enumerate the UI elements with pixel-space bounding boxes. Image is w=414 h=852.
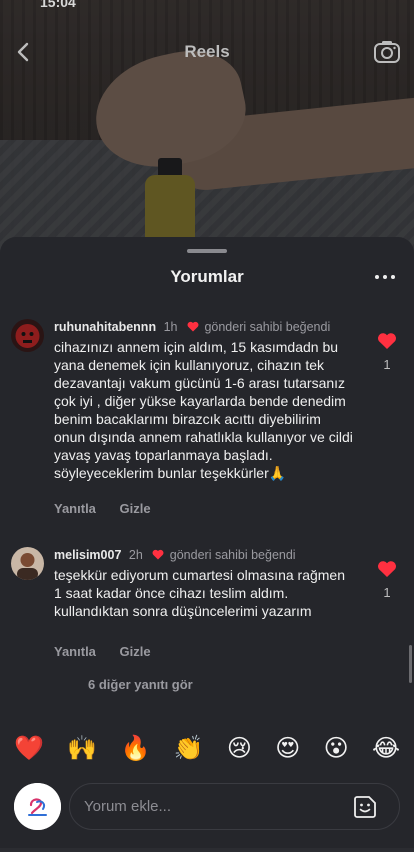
scrollbar[interactable]: [409, 645, 412, 683]
sticker-icon[interactable]: [352, 794, 378, 820]
heart-icon[interactable]: [377, 332, 397, 350]
comments-sheet: Yorumlar ruhunahitabennn 1h gönderi sahi…: [0, 237, 414, 852]
hide-button[interactable]: Gizle: [120, 644, 151, 659]
emoji-laughing[interactable]: 😂: [372, 734, 400, 768]
status-time: 15:04: [40, 0, 76, 10]
reel-header: Reels: [0, 32, 414, 72]
comment-header: ruhunahitabennn 1h gönderi sahibi beğend…: [54, 320, 330, 334]
sheet-title: Yorumlar: [170, 267, 244, 286]
avatar[interactable]: [11, 319, 44, 352]
emoji-heart[interactable]: ❤️: [14, 734, 44, 768]
emoji-clap[interactable]: 👏: [174, 734, 204, 768]
emoji-raised-hands[interactable]: 🙌: [67, 734, 97, 768]
comment-time: 1h: [163, 320, 178, 334]
comment-composer: [0, 780, 414, 836]
comment-actions: Yanıtla Gizle: [54, 501, 171, 516]
heart-icon[interactable]: [377, 560, 397, 578]
liked-heart-icon: [152, 549, 164, 560]
comment-actions: Yanıtla Gizle: [54, 644, 171, 659]
reel-title: Reels: [184, 42, 230, 61]
comment-username[interactable]: melisim007: [54, 548, 121, 562]
emoji-surprised[interactable]: 😮: [324, 734, 349, 768]
comment-text: teşekkür ediyorum cumartesi olmasına rağ…: [54, 567, 346, 619]
like-count: 1: [383, 357, 391, 372]
home-indicator: [0, 848, 414, 852]
emoji-bar: ❤️ 🙌 🔥 👏 😢 😍 😮 😂: [0, 734, 414, 768]
liked-heart-icon: [187, 321, 199, 332]
liked-by-author: gönderi sahibi beğendi: [169, 548, 296, 562]
status-bar: 15:04: [0, 0, 414, 10]
comment-username[interactable]: ruhunahitabennn: [54, 320, 156, 334]
reply-button[interactable]: Yanıtla: [54, 501, 96, 516]
my-avatar[interactable]: [14, 783, 61, 830]
hide-button[interactable]: Gizle: [120, 501, 151, 516]
more-options-icon[interactable]: [374, 267, 396, 287]
camera-icon[interactable]: [372, 37, 402, 67]
reel-video-background[interactable]: 15:04 Reels: [0, 0, 414, 260]
liked-by-author: gönderi sahibi beğendi: [204, 320, 331, 334]
screen: 15:04 Reels Yorumlar ruhunahitabennn 1h …: [0, 0, 414, 852]
like-count: 1: [383, 585, 391, 600]
comment-input[interactable]: [69, 783, 400, 830]
comment-header: melisim007 2h gönderi sahibi beğendi: [54, 548, 296, 562]
emoji-crying[interactable]: 😢: [227, 734, 252, 768]
view-more-replies[interactable]: 6 diğer yanıtı gör: [88, 677, 193, 692]
sheet-grabber[interactable]: [187, 249, 227, 253]
reply-button[interactable]: Yanıtla: [54, 644, 96, 659]
avatar[interactable]: [11, 547, 44, 580]
emoji-heart-eyes[interactable]: 😍: [275, 734, 300, 768]
comment-text: cihazınızı annem için aldım, 15 kasımdad…: [54, 339, 353, 481]
emoji-fire[interactable]: 🔥: [120, 734, 150, 768]
comment-time: 2h: [128, 548, 143, 562]
